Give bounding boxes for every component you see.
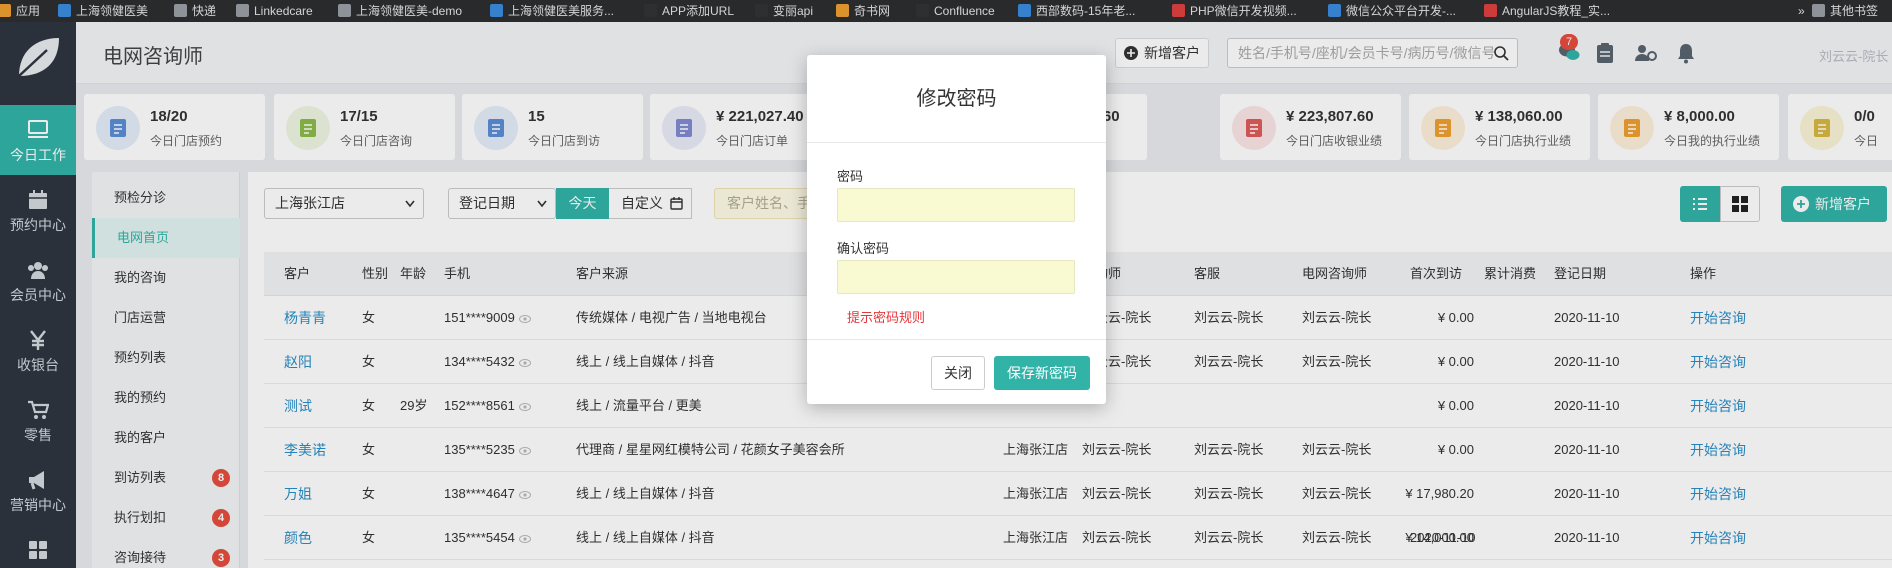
dialog-title: 修改密码 <box>807 55 1106 143</box>
change-password-dialog: 修改密码 密码 确认密码 提示密码规则 关闭 保存新密码 <box>807 55 1106 404</box>
confirm-password-input[interactable] <box>837 260 1075 294</box>
password-rule-hint: 提示密码规则 <box>847 310 926 325</box>
dialog-footer: 关闭 保存新密码 <box>807 339 1106 404</box>
password-label: 密码 <box>837 169 864 184</box>
password-input[interactable] <box>837 188 1075 222</box>
confirm-password-label: 确认密码 <box>837 241 890 256</box>
close-button[interactable]: 关闭 <box>931 356 985 390</box>
save-password-button[interactable]: 保存新密码 <box>994 356 1090 390</box>
